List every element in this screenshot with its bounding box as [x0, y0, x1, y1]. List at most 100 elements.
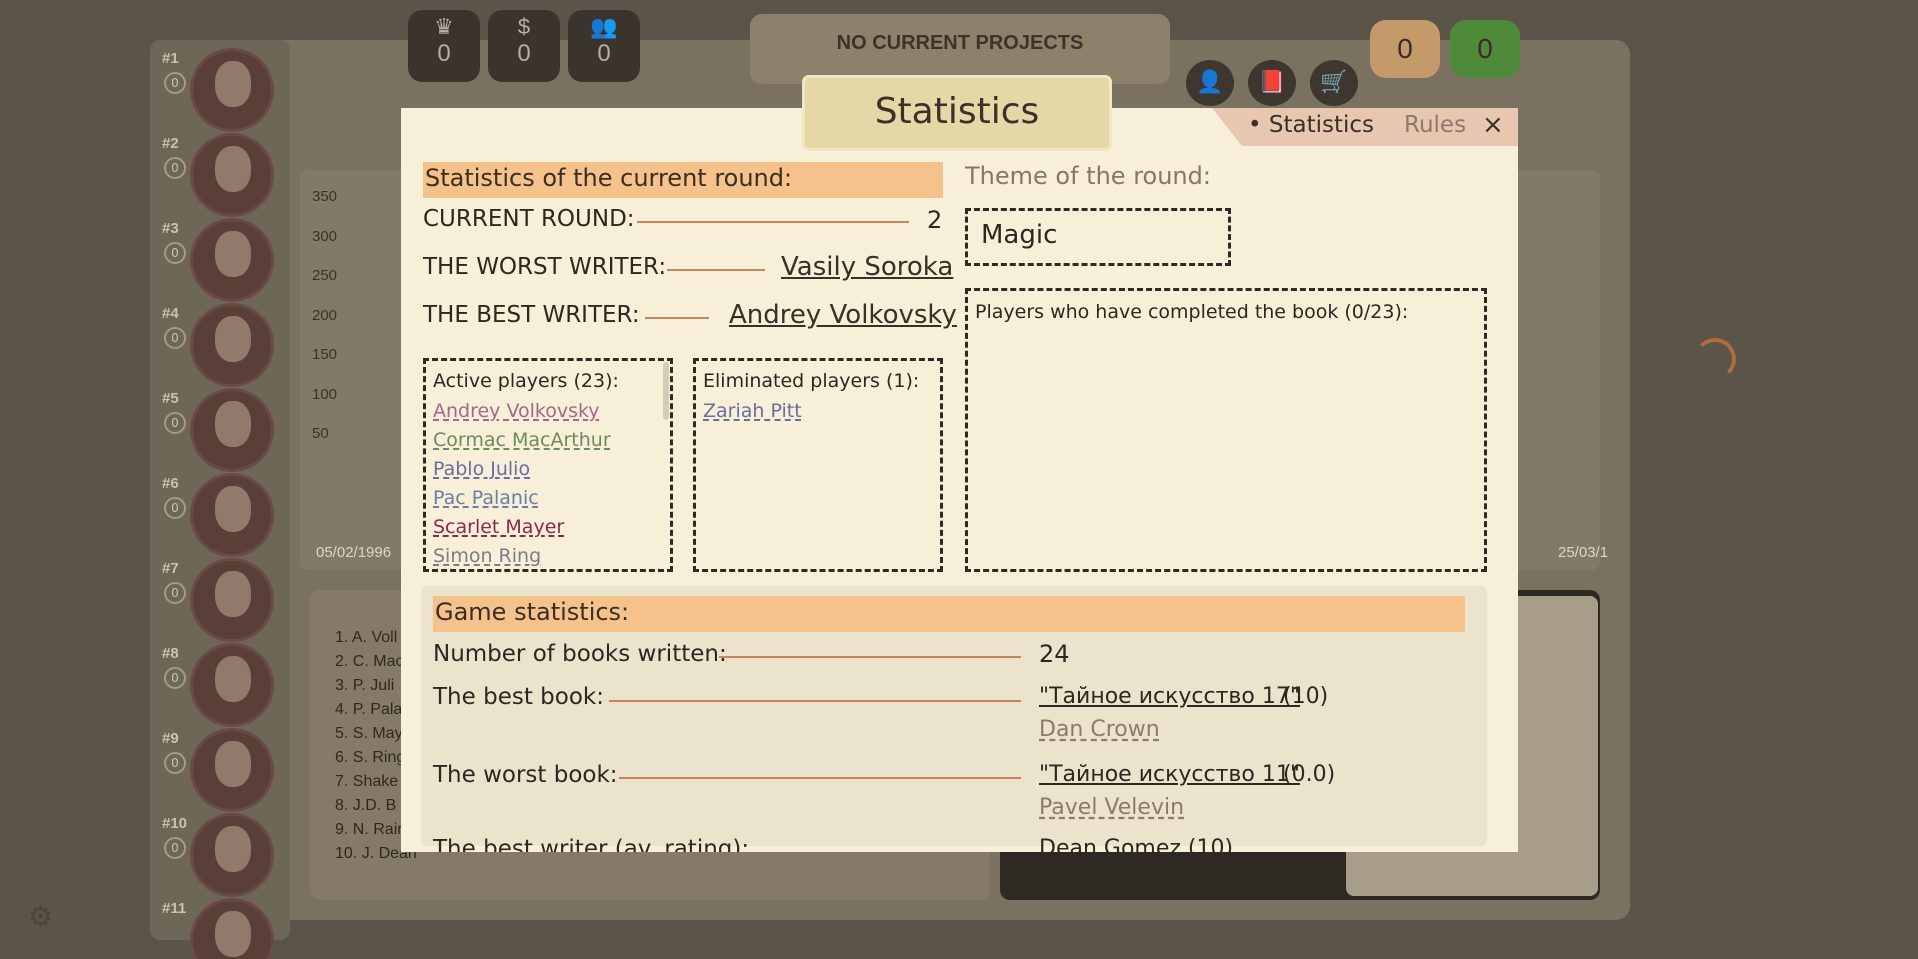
chart-date-start: 05/02/1996	[316, 544, 392, 561]
current-round-label: CURRENT ROUND:	[423, 206, 635, 232]
active-players-title: Active players (23):	[433, 370, 619, 392]
rank-number: #5	[162, 390, 179, 407]
rank-score: 0	[164, 667, 186, 689]
loading-spinner-icon	[1694, 338, 1736, 380]
active-player-link[interactable]: Andrey Volkovsky	[433, 400, 600, 422]
chart-tick-label: 350	[312, 188, 338, 205]
rank-number: #2	[162, 135, 179, 152]
active-player-link[interactable]: Cormac MacArthur	[433, 429, 611, 451]
rank-score: 0	[164, 752, 186, 774]
money-counter: $0	[488, 10, 560, 82]
rank-score: 0	[164, 327, 186, 349]
chart-tick-label: 300	[312, 227, 338, 245]
chart-tick-label: 100	[312, 385, 338, 403]
leaderboard-row[interactable]: 3. P. Juli	[335, 677, 394, 695]
leaderboard-row[interactable]: 2. C. Mac	[335, 653, 403, 671]
chart-tick-label: 50	[312, 425, 329, 442]
active-player-link[interactable]: Pablo Julio	[433, 458, 530, 480]
rank-item[interactable]: #8 0	[156, 641, 286, 727]
rank-number: #8	[162, 645, 179, 662]
rank-number: #6	[162, 475, 179, 492]
rank-number: #7	[162, 560, 179, 577]
worst-writer-label: THE WORST WRITER:	[423, 254, 667, 280]
active-player-link[interactable]: Simon Ring	[433, 545, 541, 567]
eliminated-player-link[interactable]: Zariah Pitt	[703, 400, 802, 422]
avatar	[190, 813, 274, 897]
rank-number: #9	[162, 730, 179, 747]
rank-item[interactable]: #2 0	[156, 131, 286, 217]
modal-tabs: • Statistics Rules ×	[1212, 108, 1518, 146]
rank-score: 0	[164, 242, 186, 264]
leaderboard-row[interactable]: 6. S. Ring	[335, 749, 405, 767]
rank-item[interactable]: #11	[156, 896, 286, 959]
rank-number: #11	[162, 900, 187, 917]
green-coin-counter: 0	[1450, 20, 1520, 78]
rank-item[interactable]: #1 0	[156, 46, 286, 132]
current-round-value: 2	[927, 206, 943, 234]
active-player-link[interactable]: Scarlet Mayer	[433, 516, 564, 538]
theme-label: Theme of the round:	[965, 162, 1211, 190]
counter-value: 0	[517, 40, 531, 67]
fans-counter: 👥 0	[568, 10, 640, 82]
completed-players-title: Players who have completed the book (0/2…	[975, 301, 1409, 323]
tab-rules[interactable]: Rules	[1404, 112, 1466, 138]
worst-writer-link[interactable]: Vasily Soroka	[781, 252, 953, 282]
chart-tick-label: 250	[312, 267, 338, 284]
rank-number: #4	[162, 305, 179, 322]
best-writer-link[interactable]: Andrey Volkovsky	[729, 300, 957, 330]
avatar	[190, 48, 274, 132]
rank-score: 0	[164, 497, 186, 519]
avatar	[190, 558, 274, 642]
leaderboard-row[interactable]: 9. N. Rain	[335, 821, 406, 839]
leaderboard-row[interactable]: 5. S. May	[335, 725, 403, 743]
divider-line	[667, 269, 765, 271]
divider-line	[637, 221, 909, 223]
rank-item[interactable]: #4 0	[156, 301, 286, 387]
rank-item[interactable]: #10 0	[156, 811, 286, 897]
rank-score: 0	[164, 412, 186, 434]
chart-tick-label: 150	[312, 346, 338, 363]
dollar-icon: $	[517, 14, 531, 39]
close-icon[interactable]: ×	[1482, 110, 1504, 140]
active-player-link[interactable]: Pac Palanic	[433, 487, 539, 509]
counter-value: 0	[597, 40, 611, 67]
avatar	[190, 133, 274, 217]
rank-item[interactable]: #3 0	[156, 216, 286, 302]
rank-score: 0	[164, 157, 186, 179]
profile-icon[interactable]: 👤	[1186, 60, 1234, 106]
rank-item[interactable]: #5 0	[156, 386, 286, 472]
gold-coin-counter: 0	[1370, 20, 1440, 78]
statistics-modal: Statistics of the current round: CURRENT…	[401, 108, 1518, 852]
rank-item[interactable]: #6 0	[156, 471, 286, 557]
tab-statistics[interactable]: • Statistics	[1248, 112, 1374, 138]
leaderboard-row[interactable]: 8. J.D. B	[335, 797, 396, 815]
counter-value: 0	[437, 40, 451, 67]
divider-line	[645, 317, 709, 319]
best-writer-label: THE BEST WRITER:	[423, 302, 640, 328]
avatar	[190, 643, 274, 727]
book-icon[interactable]: 📕	[1248, 60, 1296, 106]
avatar	[190, 218, 274, 302]
rank-score: 0	[164, 582, 186, 604]
crown-icon: ♛	[434, 14, 454, 39]
gear-icon[interactable]: ⚙	[28, 900, 53, 933]
completed-players-box	[965, 288, 1487, 572]
rank-number: #1	[162, 50, 179, 67]
avatar	[190, 388, 274, 472]
leaderboard-row[interactable]: 1. A. Voll	[335, 629, 397, 647]
rank-number: #10	[162, 815, 188, 832]
modal-title: Statistics	[805, 78, 1109, 148]
avatar	[190, 898, 274, 959]
avatar	[190, 303, 274, 387]
cart-icon[interactable]: 🛒	[1310, 60, 1358, 106]
active-players-scrollbar[interactable]	[663, 362, 669, 420]
rank-score: 0	[164, 72, 186, 94]
rank-item[interactable]: #9 0	[156, 726, 286, 812]
rank-item[interactable]: #7 0	[156, 556, 286, 642]
leaderboard-row[interactable]: 4. P. Pala	[335, 701, 402, 719]
people-icon: 👥	[590, 14, 618, 39]
round-stats-heading: Statistics of the current round:	[423, 162, 943, 198]
crown-counter: ♛ 0	[408, 10, 480, 82]
chart-date-end: 25/03/1	[1558, 544, 1609, 561]
leaderboard-row[interactable]: 7. Shake	[335, 773, 398, 791]
